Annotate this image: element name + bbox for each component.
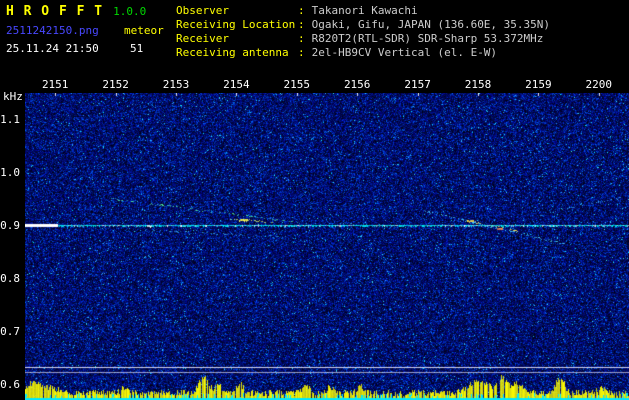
- date-row: 25.11.24 21:50 51: [6, 42, 172, 55]
- time-label-2159: 2159: [525, 78, 552, 91]
- header-left: H R O F F T 1.0.0 2511242150.png meteor …: [6, 4, 172, 60]
- time-label-2153: 2153: [163, 78, 190, 91]
- info-label: Receiving Location: [176, 18, 298, 32]
- time-label-2155: 2155: [284, 78, 311, 91]
- info-label: Receiver: [176, 32, 298, 46]
- spectrogram-canvas: [25, 93, 629, 400]
- info-colon: :: [298, 32, 305, 46]
- info-value: R820T2(RTL-SDR) SDR-Sharp 53.372MHz: [312, 32, 544, 46]
- freq-label-0.9: 0.9: [0, 219, 20, 232]
- info-row-0: Observer: Takanori Kawachi: [176, 4, 550, 18]
- echo-counter: 51: [130, 42, 143, 55]
- app-version: 1.0.0: [113, 5, 146, 18]
- info-value: Takanori Kawachi: [312, 4, 418, 18]
- freq-label-1.0: 1.0: [0, 166, 20, 179]
- title-row: H R O F F T 1.0.0: [6, 4, 172, 19]
- info-value: Ogaki, Gifu, JAPAN (136.60E, 35.35N): [312, 18, 550, 32]
- time-axis: 2151 2152 2153 2154 2155 2156 2157 2158 2159 2200: [25, 78, 629, 91]
- time-label-2152: 2152: [102, 78, 129, 91]
- info-value: 2el-HB9CV Vertical (el. E-W): [312, 46, 497, 60]
- info-row-1: Receiving Location: Ogaki, Gifu, JAPAN (1…: [176, 18, 550, 32]
- mode-label: meteor: [124, 24, 164, 37]
- time-label-2158: 2158: [465, 78, 492, 91]
- info-colon: :: [298, 46, 305, 60]
- time-label-2151: 2151: [42, 78, 69, 91]
- freq-unit-label: kHz: [3, 90, 23, 103]
- info-row-2: Receiver: R820T2(RTL-SDR) SDR-Sharp 53.37…: [176, 32, 550, 46]
- station-info-panel: Observer:Takanori KawachiReceiving Locat…: [176, 4, 550, 60]
- info-row-3: Receiving antenna:2el-HB9CV Vertical (el…: [176, 46, 550, 60]
- freq-label-0.6: 0.6: [0, 378, 20, 391]
- info-colon: :: [298, 4, 305, 18]
- freq-label-1.1: 1.1: [0, 113, 20, 126]
- freq-axis: kHz 1.1 1.0 0.9 0.8 0.7 0.6: [0, 0, 24, 400]
- info-label: Observer: [176, 4, 298, 18]
- info-label: Receiving antenna: [176, 46, 298, 60]
- time-label-2154: 2154: [223, 78, 250, 91]
- hrofft-output: { "header": { "app_name": "H R O F F T",…: [0, 0, 629, 400]
- freq-label-0.8: 0.8: [0, 272, 20, 285]
- time-label-2200: 2200: [586, 78, 613, 91]
- datetime-label: 25.11.24 21:50: [6, 42, 130, 55]
- freq-label-0.7: 0.7: [0, 325, 20, 338]
- info-colon: :: [298, 18, 305, 32]
- file-row: 2511242150.png meteor: [6, 24, 172, 37]
- time-label-2156: 2156: [344, 78, 371, 91]
- time-label-2157: 2157: [404, 78, 431, 91]
